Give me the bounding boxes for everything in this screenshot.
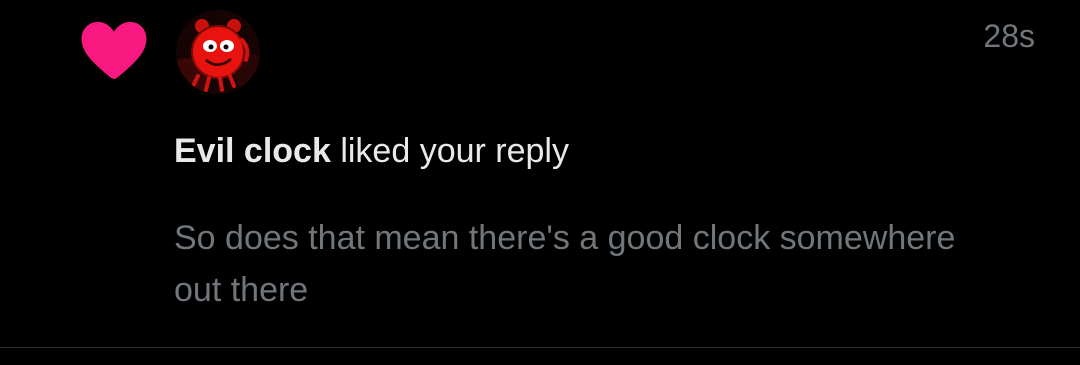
notification-headline: Evil clock liked your reply <box>174 130 569 172</box>
reply-preview-text[interactable]: So does that mean there's a good clock s… <box>174 212 994 316</box>
evil-clock-avatar-icon <box>176 10 260 94</box>
timestamp: 28s <box>983 18 1035 54</box>
notification-item[interactable]: 28s Evil clock liked your reply So does … <box>0 0 1080 348</box>
avatar[interactable] <box>176 10 260 94</box>
divider <box>0 347 1080 348</box>
actor-name-link[interactable]: Evil clock <box>174 132 331 170</box>
heart-icon <box>81 21 147 79</box>
action-text: liked your reply <box>340 132 569 170</box>
